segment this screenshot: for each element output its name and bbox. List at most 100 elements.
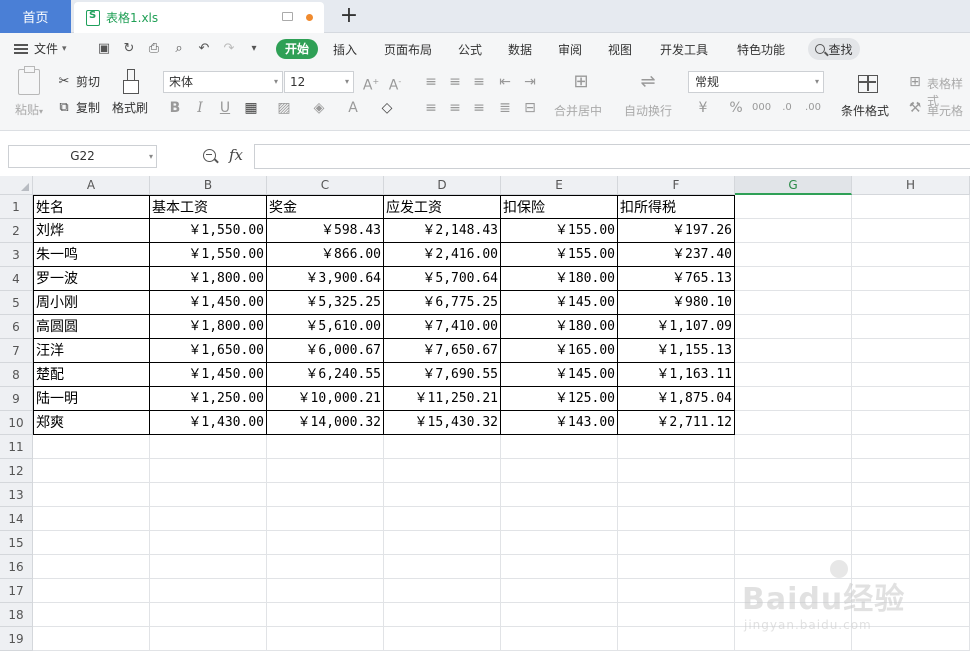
cell[interactable]	[501, 627, 618, 651]
table-header-cell[interactable]: 基本工资	[150, 195, 267, 219]
cell[interactable]	[150, 459, 267, 483]
cell[interactable]	[33, 459, 150, 483]
cell[interactable]: ￥7,410.00	[384, 315, 501, 339]
cell[interactable]: ￥180.00	[501, 267, 618, 291]
cell[interactable]	[852, 507, 970, 531]
table-header-cell[interactable]: 奖金	[267, 195, 384, 219]
thousands-separator-icon[interactable]: 000	[752, 99, 771, 117]
cell[interactable]	[735, 219, 852, 243]
column-header-h[interactable]: H	[852, 176, 970, 195]
tab-home[interactable]: 首页	[0, 0, 71, 33]
customize-toolbar-icon[interactable]: ▾	[246, 41, 262, 57]
cell[interactable]	[618, 603, 735, 627]
formula-input[interactable]	[254, 144, 970, 169]
row-header[interactable]: 12	[0, 459, 33, 483]
column-header-g[interactable]: G	[735, 176, 852, 195]
cell[interactable]	[735, 267, 852, 291]
cell[interactable]: ￥598.43	[267, 219, 384, 243]
unsaved-dot-icon[interactable]	[306, 14, 313, 21]
conditional-format-button[interactable]: 条件格式	[841, 102, 889, 119]
cell[interactable]	[735, 579, 852, 603]
cell[interactable]: ￥15,430.32	[384, 411, 501, 435]
tab-start[interactable]: 开始	[276, 39, 318, 59]
number-format-select[interactable]: 常规 ▾	[688, 71, 824, 93]
cell[interactable]	[852, 459, 970, 483]
merge-center-button[interactable]: 合并居中	[554, 102, 602, 119]
cell[interactable]	[384, 627, 501, 651]
cell[interactable]: ￥5,325.25	[267, 291, 384, 315]
cell[interactable]: ￥197.26	[618, 219, 735, 243]
cell[interactable]	[33, 483, 150, 507]
row-header[interactable]: 10	[0, 411, 33, 435]
column-header-a[interactable]: A	[33, 176, 150, 195]
cell[interactable]	[852, 315, 970, 339]
increase-font-icon[interactable]: A+	[362, 73, 380, 94]
decrease-font-icon[interactable]: A-	[386, 73, 404, 94]
undo-icon[interactable]: ↶	[196, 41, 212, 57]
table-header-cell[interactable]: 姓名	[33, 195, 150, 219]
cell[interactable]	[618, 435, 735, 459]
cell[interactable]	[852, 627, 970, 651]
indent-increase-icon[interactable]: ⇥	[521, 73, 539, 91]
cell[interactable]: ￥6,240.55	[267, 363, 384, 387]
cell[interactable]	[735, 387, 852, 411]
cell[interactable]	[33, 627, 150, 651]
cell[interactable]	[618, 555, 735, 579]
cell[interactable]	[852, 387, 970, 411]
cell[interactable]: ￥5,700.64	[384, 267, 501, 291]
tab-view[interactable]: 视图	[608, 41, 632, 58]
cell[interactable]	[852, 555, 970, 579]
cell[interactable]	[501, 579, 618, 603]
cell[interactable]	[33, 603, 150, 627]
cell[interactable]: ￥6,775.25	[384, 291, 501, 315]
tab-insert[interactable]: 插入	[333, 41, 357, 58]
cell[interactable]: 楚配	[33, 363, 150, 387]
cell[interactable]	[384, 603, 501, 627]
select-all-corner[interactable]	[0, 176, 33, 195]
cell[interactable]	[33, 531, 150, 555]
cell[interactable]: ￥1,163.11	[618, 363, 735, 387]
cell[interactable]: 陆一明	[33, 387, 150, 411]
cell[interactable]: ￥1,250.00	[150, 387, 267, 411]
paste-button[interactable]: 粘贴▾	[12, 66, 46, 118]
row-header[interactable]: 17	[0, 579, 33, 603]
cell[interactable]	[735, 315, 852, 339]
cell[interactable]	[735, 507, 852, 531]
cell[interactable]	[735, 195, 852, 219]
cell[interactable]	[150, 531, 267, 555]
cut-button[interactable]: ✂ 剪切	[56, 73, 100, 90]
cell[interactable]: ￥11,250.21	[384, 387, 501, 411]
cell[interactable]	[150, 435, 267, 459]
row-header[interactable]: 11	[0, 435, 33, 459]
row-header[interactable]: 15	[0, 531, 33, 555]
cell[interactable]	[852, 411, 970, 435]
table-header-cell[interactable]: 扣所得税	[618, 195, 735, 219]
cell[interactable]	[852, 603, 970, 627]
tab-developer[interactable]: 开发工具	[660, 41, 708, 58]
spreadsheet-grid[interactable]: A B C D E F G H 1 姓名 基本工资 奖金 应发工资 扣保险 扣所得税 2 刘烨 ￥1,550.00…	[0, 176, 970, 658]
cell[interactable]: ￥10,000.21	[267, 387, 384, 411]
cell[interactable]	[501, 483, 618, 507]
italic-icon[interactable]: I	[191, 99, 209, 117]
cell[interactable]	[267, 507, 384, 531]
cell[interactable]	[735, 555, 852, 579]
cell[interactable]	[852, 435, 970, 459]
row-header[interactable]: 5	[0, 291, 33, 315]
cell[interactable]	[618, 507, 735, 531]
fx-icon[interactable]: fx	[229, 146, 243, 164]
cell-style-icon[interactable]: ▨	[275, 99, 293, 117]
cell[interactable]	[33, 579, 150, 603]
cell[interactable]	[852, 339, 970, 363]
cell[interactable]	[852, 219, 970, 243]
copy-button[interactable]: ⧉ 复制	[56, 99, 100, 116]
table-header-cell[interactable]: 扣保险	[501, 195, 618, 219]
cell[interactable]	[384, 435, 501, 459]
cell[interactable]: ￥145.00	[501, 363, 618, 387]
cell[interactable]	[267, 531, 384, 555]
cell[interactable]: ￥1,875.04	[618, 387, 735, 411]
cell[interactable]	[618, 579, 735, 603]
indent-decrease-icon[interactable]: ⇤	[496, 73, 514, 91]
cell[interactable]: ￥2,416.00	[384, 243, 501, 267]
cell[interactable]	[735, 435, 852, 459]
border-icon[interactable]: ▦	[242, 99, 260, 117]
